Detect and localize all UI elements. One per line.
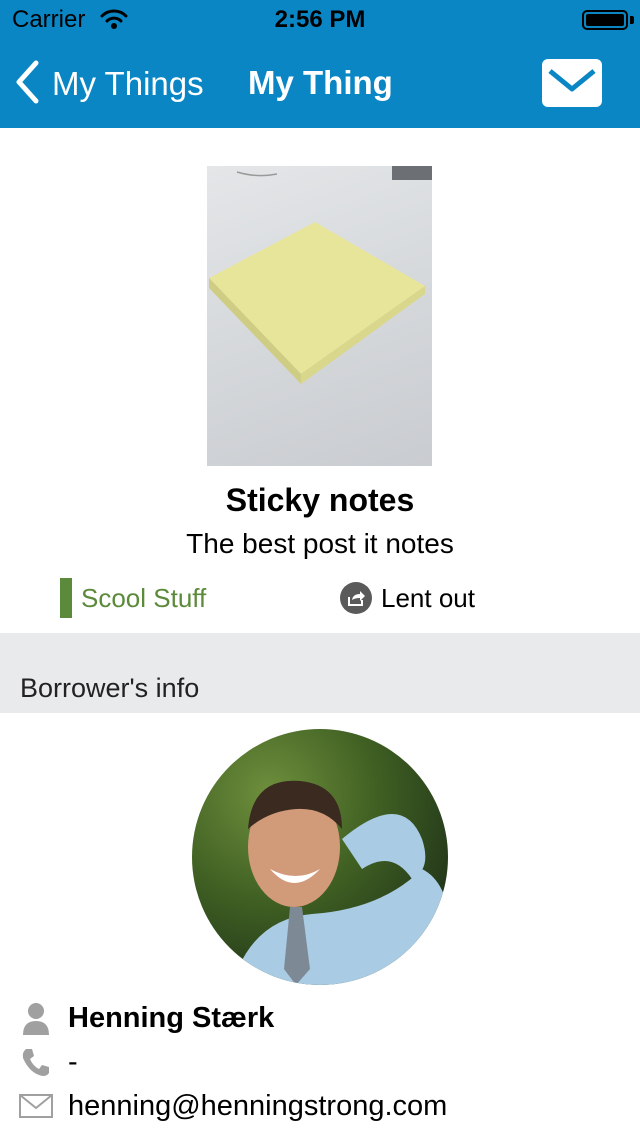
page-title: My Thing	[248, 64, 393, 101]
borrower-email-row: henning@henningstrong.com	[18, 1088, 447, 1124]
category-label: Scool Stuff	[81, 582, 207, 613]
envelope-icon	[18, 1088, 54, 1124]
share-icon	[340, 582, 372, 614]
borrower-email[interactable]: henning@henningstrong.com	[68, 1090, 447, 1123]
category-tag[interactable]: Scool Stuff	[60, 578, 206, 618]
status-label: Lent out	[381, 582, 475, 613]
status-bar: Carrier 2:56 PM	[0, 0, 640, 40]
item-name: Sticky notes	[225, 482, 415, 518]
borrower-phone-row: -	[18, 1044, 78, 1080]
item-description: The best post it notes	[186, 528, 454, 559]
back-label: My Things	[52, 65, 204, 102]
section-header: Borrower's info	[0, 633, 640, 713]
borrower-name: Henning Stærk	[68, 1001, 275, 1034]
borrower-phone[interactable]: -	[68, 1046, 78, 1079]
battery-tip	[630, 16, 634, 24]
category-color-bar	[60, 578, 72, 618]
section-title: Borrower's info	[20, 673, 200, 703]
status-time: 2:56 PM	[274, 6, 366, 33]
envelope-icon	[542, 69, 602, 111]
lent-status: Lent out	[340, 582, 475, 614]
battery-icon	[582, 10, 628, 30]
phone-icon	[18, 1044, 54, 1080]
chevron-left-icon	[14, 60, 40, 109]
avatar	[192, 729, 448, 985]
mail-button[interactable]	[542, 59, 602, 107]
back-button[interactable]: My Things	[14, 58, 204, 110]
item-photo	[207, 166, 432, 466]
borrower-name-row: Henning Stærk	[18, 1000, 274, 1036]
navigation-header: Carrier 2:56 PM My Things My Thing	[0, 0, 640, 128]
person-icon	[18, 1000, 54, 1036]
